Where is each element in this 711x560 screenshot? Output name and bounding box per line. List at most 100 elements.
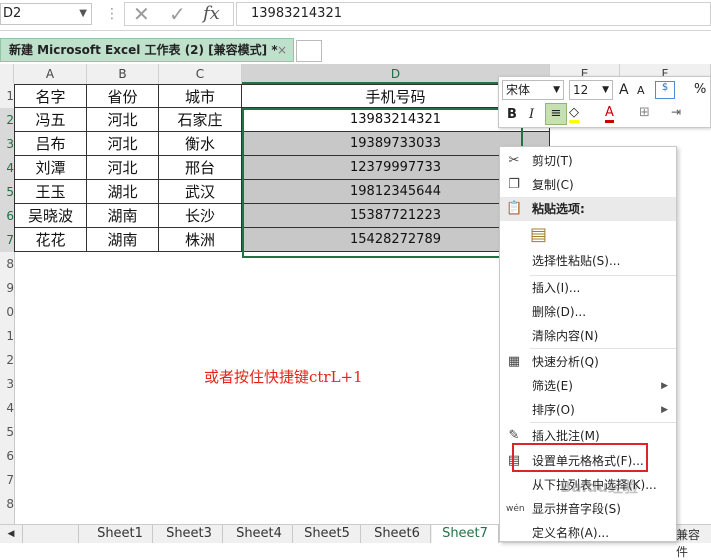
workbook-tab-title: 新建 Microsoft Excel 工作表 (2) [兼容模式] * bbox=[9, 43, 278, 57]
number-format-icon[interactable]: $ bbox=[655, 81, 675, 99]
menu-item-label: 插入(I)... bbox=[532, 281, 581, 295]
quick-analysis-icon: ▦ bbox=[507, 354, 521, 369]
sheet-tab-sheet6[interactable]: Sheet6 bbox=[364, 525, 431, 543]
sheet-tab-sheet7[interactable]: Sheet7 bbox=[432, 525, 499, 543]
table-header-cell[interactable]: 省份 bbox=[87, 84, 159, 108]
select-all-corner[interactable] bbox=[0, 64, 14, 84]
paste-icon: 📋 bbox=[506, 201, 523, 216]
menu-item-cut[interactable]: ✂ 剪切(T) bbox=[500, 149, 676, 173]
table-cell[interactable]: 株洲 bbox=[159, 228, 242, 252]
percent-icon[interactable]: % bbox=[694, 82, 706, 97]
row-header[interactable]: 9 bbox=[0, 276, 14, 300]
row-header[interactable]: 2 bbox=[0, 348, 14, 372]
row-header[interactable]: 6 bbox=[0, 204, 14, 228]
row-header[interactable]: 5 bbox=[0, 180, 14, 204]
menu-item-quick-analysis[interactable]: ▦ 快速分析(Q) bbox=[500, 350, 676, 374]
prev-sheet-icon[interactable]: ◀ bbox=[0, 525, 23, 543]
table-cell[interactable]: 河北 bbox=[87, 132, 159, 156]
workbook-tab[interactable]: 新建 Microsoft Excel 工作表 (2) [兼容模式] * × bbox=[0, 38, 294, 62]
paste-button[interactable]: ▤ bbox=[500, 223, 676, 249]
clipboard-icon: ▤ bbox=[530, 224, 548, 245]
row-header[interactable]: 8 bbox=[0, 492, 14, 516]
menu-divider bbox=[530, 422, 676, 423]
row-headers: 1 2 3 4 5 6 7 8 9 0 1 2 3 4 5 6 7 8 bbox=[0, 84, 15, 524]
row-header[interactable]: 3 bbox=[0, 372, 14, 396]
row-header[interactable]: 1 bbox=[0, 84, 14, 108]
font-name-value: 宋体 bbox=[506, 83, 531, 97]
increase-font-icon[interactable]: A bbox=[619, 82, 629, 98]
table-cell[interactable]: 衡水 bbox=[159, 132, 242, 156]
row-header[interactable]: 1 bbox=[0, 324, 14, 348]
row-header[interactable]: 7 bbox=[0, 468, 14, 492]
column-header-b[interactable]: B bbox=[87, 64, 159, 84]
borders-icon[interactable]: ⊞ bbox=[639, 105, 650, 120]
italic-button[interactable]: I bbox=[529, 107, 534, 122]
font-name-select[interactable]: 宋体 ▼ bbox=[502, 80, 564, 100]
table-cell[interactable]: 湖北 bbox=[87, 180, 159, 204]
font-size-select[interactable]: 12 ▼ bbox=[569, 80, 613, 100]
table-cell[interactable]: 王玉 bbox=[14, 180, 87, 204]
table-cell[interactable]: 邢台 bbox=[159, 156, 242, 180]
sheet-tab-sheet3[interactable]: Sheet3 bbox=[156, 525, 223, 543]
menu-item-filter[interactable]: 筛选(E) ▶ bbox=[500, 374, 676, 398]
table-header-cell[interactable]: 名字 bbox=[14, 84, 87, 108]
fill-color-icon[interactable]: ◇ bbox=[569, 105, 579, 123]
row-header[interactable]: 8 bbox=[0, 252, 14, 276]
menu-item-define-name[interactable]: 定义名称(A)... bbox=[500, 521, 676, 545]
table-cell[interactable]: 武汉 bbox=[159, 180, 242, 204]
formula-input[interactable]: 13983214321 bbox=[236, 2, 711, 26]
new-tab-button[interactable] bbox=[296, 40, 322, 62]
sheet-tab-sheet1[interactable]: Sheet1 bbox=[88, 525, 153, 543]
menu-item-phonetic[interactable]: wén 显示拼音字段(S) bbox=[500, 497, 676, 521]
table-cell[interactable]: 湖南 bbox=[87, 204, 159, 228]
row-header[interactable]: 6 bbox=[0, 444, 14, 468]
table-cell[interactable]: 刘潭 bbox=[14, 156, 87, 180]
sheet-nav-spacer bbox=[22, 525, 79, 543]
insert-function-icon[interactable]: fx bbox=[203, 3, 220, 25]
enter-icon[interactable]: ✓ bbox=[169, 3, 186, 25]
chevron-down-icon[interactable]: ▼ bbox=[79, 4, 87, 24]
row-header[interactable]: 0 bbox=[0, 300, 14, 324]
menu-item-paste-special[interactable]: 选择性粘贴(S)... bbox=[500, 249, 676, 273]
decrease-font-icon[interactable]: A bbox=[637, 84, 645, 97]
close-icon[interactable]: × bbox=[277, 39, 287, 61]
table-cell[interactable]: 长沙 bbox=[159, 204, 242, 228]
menu-item-sort[interactable]: 排序(O) ▶ bbox=[500, 398, 676, 422]
name-box-value: D2 bbox=[3, 6, 22, 21]
column-header-a[interactable]: A bbox=[14, 64, 87, 84]
table-cell[interactable]: 吕布 bbox=[14, 132, 87, 156]
chevron-down-icon[interactable]: ▼ bbox=[553, 81, 560, 99]
menu-item-clear[interactable]: 清除内容(N) bbox=[500, 324, 676, 348]
cancel-icon[interactable]: ✕ bbox=[133, 3, 150, 25]
chevron-down-icon[interactable]: ▼ bbox=[602, 81, 609, 99]
copy-icon: ❐ bbox=[508, 177, 520, 192]
comment-icon: ✎ bbox=[508, 428, 520, 443]
font-color-icon[interactable]: A bbox=[605, 105, 614, 123]
menu-item-delete[interactable]: 删除(D)... bbox=[500, 300, 676, 324]
row-header[interactable]: 7 bbox=[0, 228, 14, 252]
name-box[interactable]: D2 ▼ bbox=[0, 3, 92, 25]
align-center-icon[interactable]: ≡ bbox=[545, 103, 567, 125]
table-cell[interactable]: 花花 bbox=[14, 228, 87, 252]
column-header-c[interactable]: C bbox=[159, 64, 242, 84]
table-cell[interactable]: 湖南 bbox=[87, 228, 159, 252]
status-compat-label: 兼容件 bbox=[676, 528, 701, 559]
table-header-cell[interactable]: 城市 bbox=[159, 84, 242, 108]
merge-icon[interactable]: ⇥ bbox=[671, 105, 681, 119]
table-cell[interactable]: 石家庄 bbox=[159, 108, 242, 132]
sheet-tab-sheet5[interactable]: Sheet5 bbox=[294, 525, 361, 543]
row-header[interactable]: 3 bbox=[0, 132, 14, 156]
row-header[interactable]: 4 bbox=[0, 156, 14, 180]
menu-item-copy[interactable]: ❐ 复制(C) bbox=[500, 173, 676, 197]
bold-button[interactable]: B bbox=[507, 107, 517, 122]
menu-item-label: 排序(O) bbox=[532, 403, 575, 417]
table-cell[interactable]: 吴晓波 bbox=[14, 204, 87, 228]
table-cell[interactable]: 河北 bbox=[87, 156, 159, 180]
row-header[interactable]: 5 bbox=[0, 420, 14, 444]
row-header[interactable]: 2 bbox=[0, 108, 14, 132]
table-cell[interactable]: 河北 bbox=[87, 108, 159, 132]
table-cell[interactable]: 冯五 bbox=[14, 108, 87, 132]
row-header[interactable]: 4 bbox=[0, 396, 14, 420]
sheet-tab-sheet4[interactable]: Sheet4 bbox=[226, 525, 293, 543]
menu-item-insert[interactable]: 插入(I)... bbox=[500, 276, 676, 300]
